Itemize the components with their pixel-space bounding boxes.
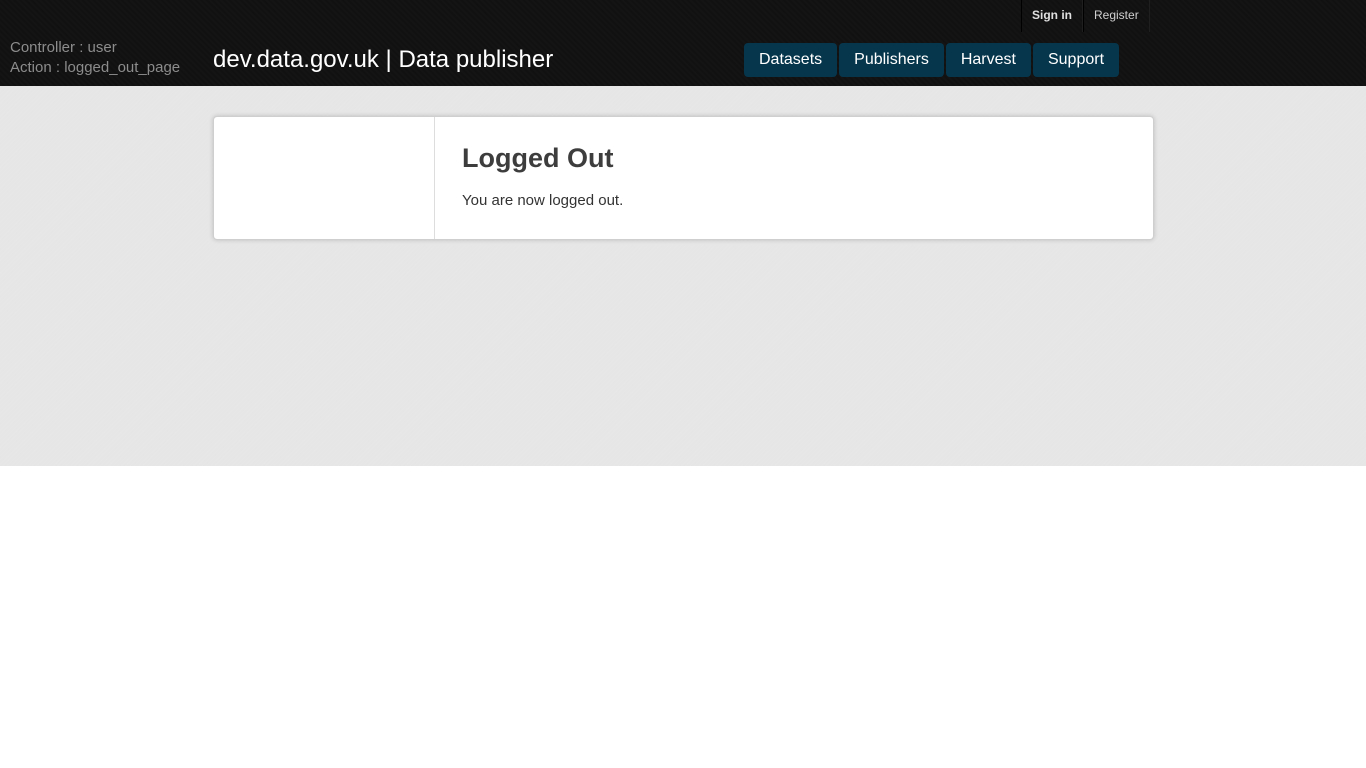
content-panel: Logged Out You are now logged out.	[213, 116, 1154, 240]
sign-in-link[interactable]: Sign in	[1021, 0, 1083, 32]
logout-message: You are now logged out.	[462, 192, 624, 209]
site-header: Sign in Register Controller : user Actio…	[0, 0, 1366, 86]
account-links: Sign in Register	[1021, 0, 1150, 32]
debug-controller: Controller : user	[10, 39, 117, 56]
content-area: Logged Out You are now logged out.	[0, 86, 1366, 466]
nav-support[interactable]: Support	[1032, 43, 1120, 77]
panel-primary: Logged Out You are now logged out.	[462, 141, 623, 211]
debug-action: Action : logged_out_page	[10, 59, 181, 76]
nav-harvest[interactable]: Harvest	[945, 43, 1031, 77]
nav-publishers[interactable]: Publishers	[839, 43, 944, 77]
page-title: Logged Out	[462, 143, 614, 173]
panel-sidebar	[214, 117, 435, 239]
debug-info: Controller : user Action : logged_out_pa…	[10, 38, 180, 78]
nav-datasets[interactable]: Datasets	[744, 43, 838, 77]
site-title[interactable]: dev.data.gov.uk | Data publisher	[213, 45, 553, 75]
register-link[interactable]: Register	[1083, 0, 1150, 32]
main-nav: Datasets Publishers Harvest Support	[744, 43, 1120, 77]
